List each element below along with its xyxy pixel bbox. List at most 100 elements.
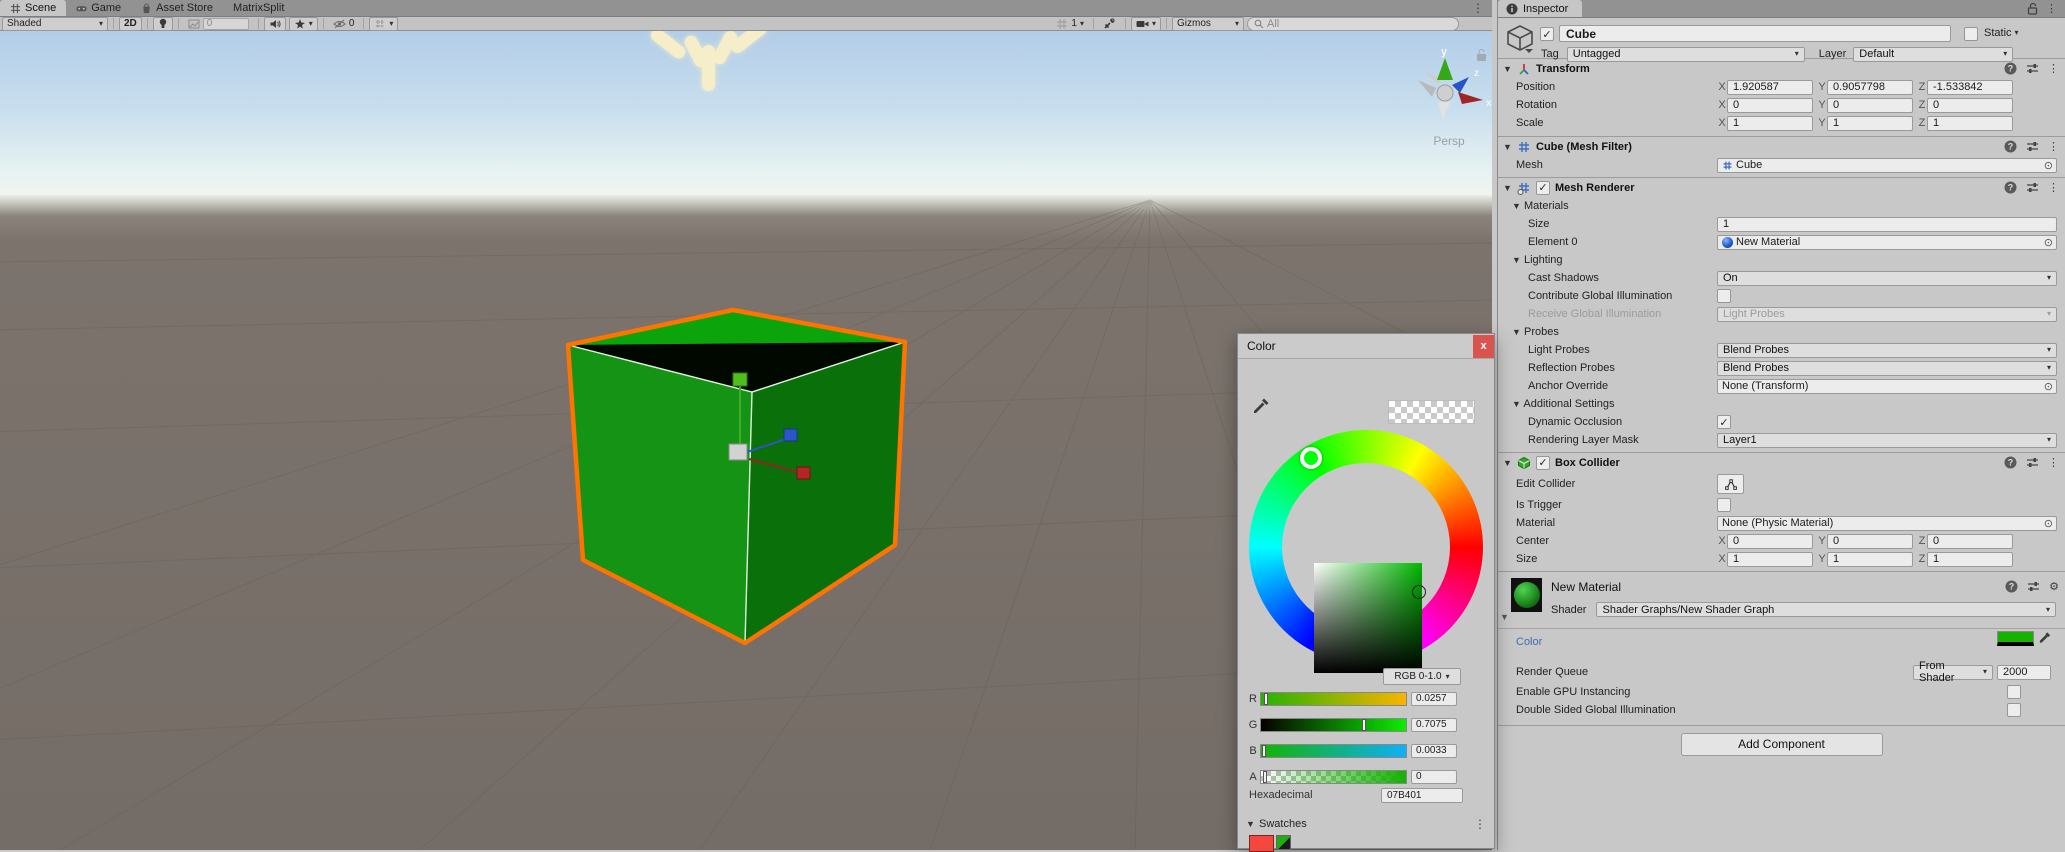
tag-dropdown[interactable]: Untagged ▾ [1567, 47, 1805, 62]
grid-visibility-dropdown[interactable]: ▾ [369, 17, 398, 31]
component-menu-icon[interactable]: ⋮ [2048, 140, 2059, 153]
materials-size-field[interactable]: 1 [1717, 217, 2057, 232]
add-component-button[interactable]: Add Component [1681, 733, 1883, 756]
cast-shadows-dropdown[interactable]: On▾ [1717, 271, 2057, 286]
rotation-z-field[interactable]: 0 [1927, 98, 2013, 113]
tools-button[interactable] [1099, 18, 1120, 30]
size-x-field[interactable]: 1 [1727, 552, 1813, 567]
saturation-value-square[interactable] [1314, 563, 1422, 673]
materials-foldout[interactable]: ▼ Materials [1498, 197, 2065, 215]
mesh-object-field[interactable]: Cube ⊙ [1717, 158, 2057, 173]
object-picker-icon[interactable]: ⊙ [2044, 236, 2053, 249]
presets-icon[interactable] [2026, 141, 2039, 152]
perspective-label[interactable]: Persp [1414, 134, 1484, 148]
gizmos-dropdown[interactable]: Gizmos ▾ [1172, 17, 1244, 31]
swatch-red[interactable] [1249, 835, 1274, 852]
mesh-filter-header[interactable]: ▼ Cube (Mesh Filter) ? ⋮ [1498, 137, 2065, 156]
shader-dropdown[interactable]: Shader Graphs/New Shader Graph ▾ [1596, 602, 2056, 617]
hexadecimal-field[interactable]: 07B401 [1381, 788, 1463, 803]
position-y-field[interactable]: 0.9057798 [1827, 80, 1913, 95]
channel-a-handle[interactable] [1263, 771, 1267, 783]
scene-panel-menu-icon[interactable]: ⋮ [1464, 0, 1492, 16]
channel-b-value-field[interactable]: 0.0033 [1411, 744, 1457, 758]
foldout-arrow-icon[interactable]: ▼ [1503, 183, 1512, 193]
channel-a-value-field[interactable]: 0 [1411, 770, 1457, 784]
reflection-probes-dropdown[interactable]: Blend Probes▾ [1717, 361, 2057, 376]
gameobject-name-field[interactable]: Cube [1559, 25, 1951, 42]
physic-material-field[interactable]: None (Physic Material)⊙ [1717, 516, 2057, 531]
tab-matrixsplit[interactable]: MatrixSplit [223, 0, 294, 16]
box-collider-enabled-checkbox[interactable]: ✓ [1536, 456, 1550, 470]
gizmo-axis-z[interactable] [1452, 77, 1469, 93]
scene-search-input[interactable]: All [1247, 17, 1459, 31]
object-picker-icon[interactable]: ⊙ [2044, 517, 2053, 530]
object-picker-icon[interactable]: ⊙ [2044, 159, 2053, 172]
scale-y-field[interactable]: 1 [1827, 116, 1913, 131]
additional-settings-foldout[interactable]: ▼ Additional Settings [1498, 395, 2065, 413]
mesh-renderer-enabled-checkbox[interactable]: ✓ [1536, 181, 1550, 195]
orientation-gizmo[interactable]: y z x [1418, 46, 1492, 120]
channel-g-value-field[interactable]: 0.7075 [1411, 718, 1457, 732]
gizmo-axis-y[interactable] [1437, 58, 1453, 80]
lock-icon[interactable] [1477, 50, 1486, 61]
effects-dropdown[interactable]: ▾ [289, 17, 318, 31]
scale-z-field[interactable]: 1 [1927, 116, 2013, 131]
gizmo-axis-x[interactable] [1458, 92, 1483, 104]
channel-r-slider[interactable] [1260, 692, 1407, 706]
scale-x-field[interactable]: 1 [1727, 116, 1813, 131]
gizmo-arm-gray-left[interactable] [1418, 80, 1436, 97]
rotation-y-field[interactable]: 0 [1827, 98, 1913, 113]
scene-lighting-button[interactable] [153, 17, 173, 31]
help-icon[interactable]: ? [2004, 181, 2017, 194]
color-mode-dropdown[interactable]: RGB 0-1.0 ▾ [1383, 668, 1461, 685]
size-y-field[interactable]: 1 [1827, 552, 1913, 567]
light-probes-dropdown[interactable]: Blend Probes▾ [1717, 343, 2057, 358]
color-window-titlebar[interactable]: Color x [1238, 334, 1494, 359]
swatch-green[interactable] [1276, 835, 1291, 850]
close-button[interactable]: x [1473, 335, 1494, 358]
size-z-field[interactable]: 1 [1927, 552, 2013, 567]
2d-toggle-button[interactable]: 2D [119, 17, 142, 31]
foldout-arrow-icon[interactable]: ▼ [1246, 819, 1255, 829]
rendering-layer-mask-dropdown[interactable]: Layer1▾ [1717, 433, 2057, 448]
tab-asset-store[interactable]: Asset Store [131, 0, 223, 16]
anchor-override-field[interactable]: None (Transform)⊙ [1717, 379, 2057, 394]
gpu-instancing-checkbox[interactable] [2007, 685, 2021, 699]
frame-debug-group[interactable]: 0 [184, 18, 253, 30]
inspector-menu-icon[interactable]: ⋮ [2046, 2, 2057, 15]
dynamic-occlusion-checkbox[interactable]: ✓ [1717, 415, 1731, 429]
probes-foldout[interactable]: ▼ Probes [1498, 323, 2065, 341]
help-icon[interactable]: ? [2004, 140, 2017, 153]
channel-r-value-field[interactable]: 0.0257 [1411, 692, 1457, 706]
channel-g-slider[interactable] [1260, 718, 1407, 732]
rotation-x-field[interactable]: 0 [1727, 98, 1813, 113]
position-x-field[interactable]: 1.920587 [1727, 80, 1813, 95]
gizmo-arm-gray-down[interactable] [1438, 102, 1450, 120]
static-dropdown[interactable]: Static ▾ [1984, 27, 2019, 39]
scale-handle-x[interactable] [797, 467, 810, 479]
hue-marker[interactable] [1300, 447, 1322, 469]
gizmo-arm-gray-back[interactable] [1424, 72, 1443, 84]
presets-icon[interactable] [2027, 581, 2040, 592]
foldout-arrow-icon[interactable]: ▼ [1503, 458, 1512, 468]
presets-icon[interactable] [2026, 63, 2039, 74]
component-menu-icon[interactable]: ⋮ [2048, 456, 2059, 469]
render-queue-mode-dropdown[interactable]: From Shader▾ [1913, 665, 1993, 680]
position-z-field[interactable]: -1.533842 [1927, 80, 2013, 95]
snap-grid-group[interactable]: 1 ▾ [1052, 18, 1088, 30]
box-collider-header[interactable]: ▼ ✓ Box Collider ? ⋮ [1498, 453, 2065, 472]
scale-handle-y[interactable] [733, 373, 747, 386]
render-queue-field[interactable]: 2000 [1997, 665, 2051, 680]
sv-marker[interactable] [1412, 585, 1426, 599]
contribute-gi-checkbox[interactable] [1717, 289, 1731, 303]
channel-b-handle[interactable] [1262, 745, 1266, 757]
foldout-arrow-icon[interactable]: ▼ [1503, 142, 1512, 152]
material-color-swatch[interactable] [1997, 631, 2034, 646]
gear-icon[interactable]: ⚙ [2049, 580, 2059, 593]
foldout-arrow-icon[interactable]: ▼ [1503, 64, 1512, 74]
tab-scene[interactable]: Scene [0, 0, 66, 16]
channel-g-handle[interactable] [1362, 719, 1366, 731]
frame-count-field[interactable]: 0 [203, 18, 249, 30]
scale-handle-z[interactable] [784, 429, 797, 441]
hue-wheel[interactable] [1249, 430, 1483, 664]
